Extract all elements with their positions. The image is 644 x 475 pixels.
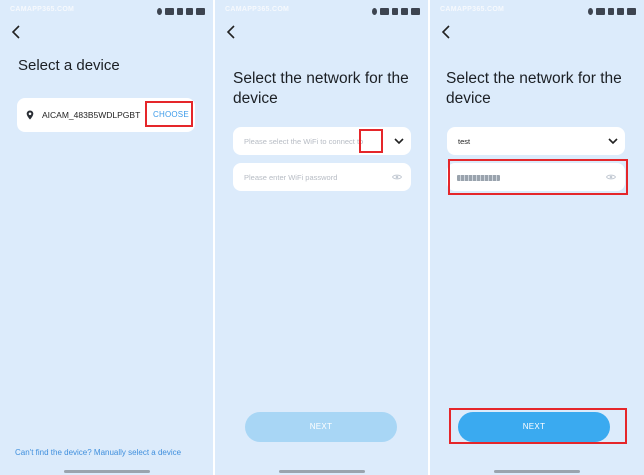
device-card[interactable]: AICAM_483B5WDLPGBT CHOOSE	[17, 98, 195, 132]
eye-icon[interactable]	[392, 173, 402, 181]
status-icons	[157, 7, 205, 15]
watermark: CAMAPP365.COM	[10, 6, 75, 13]
status-bar: CAMAPP365.COM	[215, 0, 428, 22]
wifi-placeholder: Please select the WiFi to connect to	[244, 137, 364, 146]
manual-select-link[interactable]: Can't find the device? Manually select a…	[15, 448, 181, 457]
page-title: Select the network for the device	[446, 70, 622, 107]
location-pin-icon	[26, 110, 34, 120]
status-bar: CAMAPP365.COM	[430, 0, 644, 22]
status-bar: CAMAPP365.COM	[0, 0, 213, 22]
status-icons	[372, 7, 420, 15]
page-title: Select the network for the device	[233, 70, 409, 107]
chevron-down-icon[interactable]	[607, 136, 619, 146]
wifi-value: test	[458, 137, 471, 146]
password-field[interactable]: Please enter WiFi password	[233, 163, 411, 191]
watermark: CAMAPP365.COM	[225, 6, 290, 13]
home-indicator	[63, 470, 150, 473]
chevron-down-icon[interactable]	[393, 136, 405, 146]
status-icons	[588, 7, 636, 15]
choose-label: CHOOSE	[153, 110, 189, 119]
password-placeholder: Please enter WiFi password	[244, 173, 338, 182]
next-highlight	[449, 408, 627, 444]
screen-select-network-empty: CAMAPP365.COM Select the network for the…	[215, 0, 428, 475]
wifi-select-field[interactable]: Please select the WiFi to connect to	[233, 127, 411, 155]
wifi-select-field[interactable]: test	[447, 127, 625, 155]
screen-select-device: CAMAPP365.COM Select a device AICAM_483B…	[0, 0, 213, 475]
wifi-dropdown-highlight	[359, 129, 383, 153]
back-arrow-icon[interactable]	[10, 24, 26, 42]
password-highlight	[448, 159, 628, 195]
choose-button[interactable]: CHOOSE	[145, 101, 193, 127]
screen-select-network-filled: CAMAPP365.COM Select the network for the…	[430, 0, 644, 475]
back-arrow-icon[interactable]	[440, 24, 456, 42]
back-arrow-icon[interactable]	[225, 24, 241, 42]
page-title: Select a device	[18, 57, 120, 74]
home-indicator	[278, 470, 365, 473]
next-button[interactable]: NEXT	[245, 412, 397, 442]
home-indicator	[494, 470, 580, 473]
watermark: CAMAPP365.COM	[440, 6, 505, 13]
device-name: AICAM_483B5WDLPGBT	[42, 110, 141, 120]
